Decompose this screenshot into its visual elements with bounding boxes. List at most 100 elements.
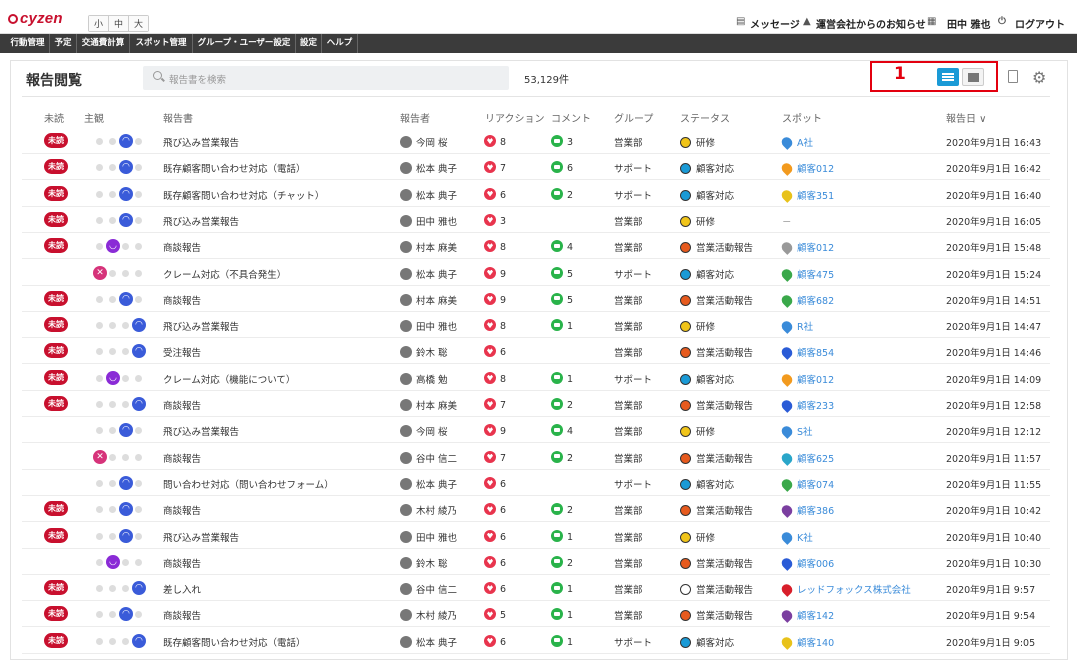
table-row[interactable]: 未読 ◠ 商談報告 木村 綾乃 5 1 営業部 営業活動報告 顧客142 2020年9月1日 9:… (22, 601, 1050, 628)
report-title[interactable]: 既存顧客問い合わせ対応（電話） (163, 635, 306, 649)
nav-help[interactable]: ヘルプ (322, 34, 358, 53)
nav-activity[interactable]: 行動管理 (6, 34, 50, 53)
spot-link[interactable]: K社 (797, 533, 813, 544)
mood-dot-icon[interactable] (135, 558, 142, 566)
reaction[interactable]: 6 (484, 187, 506, 201)
comment[interactable]: 4 (551, 240, 573, 253)
mood-dot-icon[interactable] (135, 453, 142, 461)
spot-link[interactable]: 顧客854 (797, 348, 834, 359)
mood-dot-icon[interactable] (96, 427, 103, 435)
mood-rating[interactable]: ◠ (88, 186, 158, 201)
mood-rating[interactable]: ◠ (88, 502, 158, 517)
comment[interactable]: 3 (551, 135, 573, 148)
table-row[interactable]: 未読 ◠ 差し入れ 谷中 信二 6 1 営業部 営業活動報告 レッドフォックス株式会社 2020年… (22, 575, 1050, 602)
mood-dot-icon[interactable] (96, 190, 103, 198)
font-size-small[interactable]: 小 (89, 16, 110, 31)
spot-link[interactable]: 顧客140 (797, 638, 834, 649)
mood-rating[interactable]: ◠ (88, 633, 158, 648)
bell-icon[interactable]: ▲ (803, 16, 811, 27)
report-title[interactable]: 差し入れ (163, 582, 201, 596)
mood-dot-icon[interactable] (96, 374, 103, 382)
reaction[interactable]: 9 (484, 292, 506, 306)
report-title[interactable]: クレーム対応（不具合発生） (163, 267, 286, 281)
font-size-medium[interactable]: 中 (109, 16, 130, 31)
comment[interactable]: 1 (551, 319, 573, 332)
mood-dot-icon[interactable] (96, 506, 103, 514)
comment[interactable]: 2 (551, 398, 573, 411)
report-title[interactable]: 飛び込み営業報告 (163, 530, 239, 544)
report-title[interactable]: 飛び込み営業報告 (163, 135, 239, 149)
mood-rating[interactable]: ◠ (88, 344, 158, 359)
mood-dot-icon[interactable] (96, 322, 103, 330)
mood-dot-icon[interactable] (96, 585, 103, 593)
cyzen-logo[interactable]: cyzen (8, 10, 63, 27)
mood-rating[interactable]: ◠ (88, 160, 158, 175)
font-size-large[interactable]: 大 (129, 16, 149, 31)
report-title[interactable]: 商談報告 (163, 398, 201, 412)
table-row[interactable]: ◠ 飛び込み営業報告 今岡 桜 9 4 営業部 研修 S社 2020年9月1日 12:12 (22, 417, 1050, 444)
nav-settings[interactable]: 設定 (296, 34, 322, 53)
mood-dot-icon[interactable] (109, 216, 116, 224)
reaction[interactable]: 5 (484, 608, 506, 621)
mood-dot-icon[interactable] (109, 506, 116, 514)
mood-dot-icon[interactable] (109, 401, 116, 408)
mood-dot-icon[interactable] (96, 401, 103, 408)
comment[interactable]: 5 (551, 292, 573, 306)
report-title[interactable]: 商談報告 (163, 608, 201, 622)
report-title[interactable]: 商談報告 (163, 556, 201, 570)
report-title[interactable]: クレーム対応（機能について） (163, 372, 295, 386)
mood-dot-icon[interactable] (122, 637, 129, 645)
comment[interactable]: 2 (551, 187, 573, 201)
report-title[interactable]: 問い合わせ対応（問い合わせフォーム） (163, 477, 334, 491)
mood-dot-icon[interactable] (135, 190, 142, 198)
nav-spot[interactable]: スポット管理 (130, 34, 193, 53)
mood-dot-icon[interactable] (109, 164, 116, 172)
table-row[interactable]: 未読 ◠ 商談報告 木村 綾乃 6 2 営業部 営業活動報告 顧客386 2020年9月1日 10… (22, 496, 1050, 523)
reaction[interactable]: 8 (484, 135, 506, 148)
spot-link[interactable]: 顧客012 (797, 243, 834, 254)
mood-dot-icon[interactable] (109, 348, 116, 356)
report-title[interactable]: 既存顧客問い合わせ対応（チャット） (163, 188, 324, 202)
spot-link[interactable]: 顧客142 (797, 611, 834, 622)
reaction[interactable]: 7 (484, 450, 506, 464)
spot-link[interactable]: 顧客012 (797, 164, 834, 175)
reaction[interactable]: 7 (484, 161, 506, 174)
card-view-button[interactable] (962, 68, 984, 86)
nav-travel-expense[interactable]: 交通費計算 (77, 34, 130, 53)
mood-dot-icon[interactable] (109, 611, 116, 619)
mood-rating[interactable]: ◠ (88, 212, 158, 227)
spot-link[interactable]: S社 (797, 427, 813, 438)
reaction[interactable]: 3 (484, 213, 506, 227)
mood-dot-icon[interactable] (96, 243, 103, 251)
spot-link[interactable]: 顧客074 (797, 480, 834, 491)
list-view-button[interactable] (937, 68, 959, 86)
mood-rating[interactable]: ◠ (88, 423, 158, 438)
user-icon[interactable]: ▦ (927, 16, 936, 27)
spot-link[interactable]: 顧客625 (797, 454, 834, 465)
mood-rating[interactable]: ◠ (88, 607, 158, 622)
mood-dot-icon[interactable] (135, 138, 142, 145)
mood-dot-icon[interactable] (135, 269, 142, 277)
reaction[interactable]: 6 (484, 555, 506, 569)
comment[interactable]: 2 (551, 450, 573, 464)
notice-link[interactable]: 運営会社からのお知らせ (816, 16, 926, 31)
mood-rating[interactable]: ◠ (88, 581, 158, 596)
table-row[interactable]: 未読 ◠ 飛び込み営業報告 今岡 桜 8 3 営業部 研修 A社 2020年9月1日 16:43 (22, 128, 1050, 154)
comment[interactable]: 6 (551, 161, 573, 174)
table-row[interactable]: 未読 ◠ 飛び込み営業報告 田中 雅也 8 1 営業部 研修 R社 2020年9月1日 14:47 (22, 312, 1050, 339)
comment[interactable]: 1 (551, 529, 573, 543)
comment[interactable]: 1 (551, 371, 573, 385)
mood-dot-icon[interactable] (122, 322, 129, 330)
mood-dot-icon[interactable] (109, 295, 116, 303)
comment[interactable]: 1 (551, 582, 573, 595)
spot-link[interactable]: 顧客386 (797, 506, 834, 517)
mood-dot-icon[interactable] (109, 427, 116, 435)
reaction[interactable]: 6 (484, 582, 506, 595)
reaction[interactable]: 6 (484, 476, 506, 490)
spot-link[interactable]: 顧客012 (797, 375, 834, 386)
export-icon[interactable] (1008, 70, 1018, 83)
nav-group-user[interactable]: グループ・ユーザー設定 (193, 34, 296, 53)
mood-dot-icon[interactable] (96, 611, 103, 619)
mood-dot-icon[interactable] (96, 348, 103, 356)
mood-dot-icon[interactable] (109, 479, 116, 487)
